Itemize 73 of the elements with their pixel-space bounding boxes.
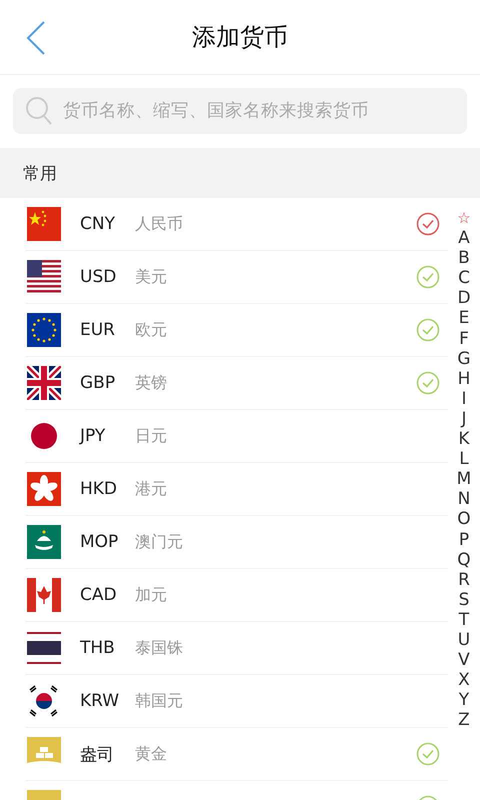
index-letter[interactable]: H	[458, 368, 470, 389]
index-letter[interactable]: E	[458, 308, 470, 329]
currency-code: GBP	[80, 373, 116, 393]
currency-row[interactable]: KRW 韩国元	[25, 675, 448, 728]
index-letter[interactable]: N	[458, 489, 470, 510]
currency-code: CNY	[80, 214, 116, 234]
currency-code: KRW	[80, 691, 120, 711]
flag-icon	[27, 260, 61, 294]
currency-name: 日元	[135, 426, 168, 446]
currency-name: 加元	[135, 584, 168, 606]
index-letter[interactable]: Q	[457, 550, 471, 570]
currency-name: 欧元	[135, 320, 168, 340]
currency-row[interactable]: 盎司 黄金	[25, 728, 448, 781]
index-letter[interactable]: X	[458, 670, 470, 690]
currency-code: USD	[80, 267, 118, 287]
index-letter[interactable]: R	[458, 570, 470, 590]
currency-row[interactable]: CNY 人民币	[25, 198, 448, 251]
currency-code: THB	[80, 638, 116, 658]
index-letter[interactable]: L	[459, 449, 469, 470]
index-letter[interactable]: M	[456, 469, 472, 490]
index-letter[interactable]: F	[459, 328, 469, 349]
flag-icon	[27, 313, 61, 347]
currency-row[interactable]: JPY 日元	[25, 410, 448, 463]
currency-name: 人民币	[135, 214, 184, 234]
index-letter[interactable]: K	[458, 429, 470, 450]
currency-row[interactable]: USD 美元	[25, 251, 448, 304]
currency-code: 盎司	[80, 744, 115, 766]
index-letter[interactable]: J	[461, 408, 466, 430]
index-letter[interactable]: P	[458, 530, 470, 550]
index-letter[interactable]: I	[461, 388, 466, 409]
search-field[interactable]: 货币名称、缩写、国家名称来搜索货币	[61, 100, 455, 122]
page-title: 添加货币	[192, 22, 288, 53]
index-letter[interactable]: C	[458, 268, 470, 288]
index-letter[interactable]: O	[457, 509, 471, 530]
currency-name: 港元	[135, 478, 168, 500]
currency-row[interactable]: HKD 港元	[25, 463, 448, 516]
currency-row[interactable]: CAD 加元	[25, 569, 448, 622]
currency-name: 泰国铢	[135, 638, 184, 658]
index-letter[interactable]: S	[458, 590, 470, 610]
currency-code: EUR	[80, 320, 116, 340]
index-letter[interactable]: T	[458, 610, 470, 630]
index-letter[interactable]: A	[458, 228, 470, 248]
flag-icon	[27, 366, 61, 400]
index-letter[interactable]: D	[457, 288, 471, 308]
index-letter[interactable]: Y	[458, 690, 470, 710]
currency-name: 美元	[135, 266, 168, 288]
index-letter[interactable]: B	[458, 248, 470, 268]
flag-icon	[27, 578, 61, 612]
flag-icon	[27, 472, 61, 506]
index-letter[interactable]: U	[458, 630, 470, 650]
index-letter[interactable]: Z	[458, 710, 470, 730]
currency-name: 英镑	[135, 372, 168, 394]
search-icon	[25, 96, 53, 126]
currency-row[interactable]: MOP 澳门元	[25, 516, 448, 569]
currency-code: JPY	[80, 426, 106, 446]
favorites-index[interactable]: ☆	[457, 208, 471, 228]
section-title: 常用	[23, 162, 57, 184]
index-letter[interactable]: G	[457, 348, 471, 369]
flag-icon	[27, 737, 61, 771]
index-letter[interactable]: V	[458, 650, 470, 670]
currency-code: HKD	[80, 479, 118, 499]
currency-name: 黄金	[135, 744, 168, 764]
flag-icon	[27, 207, 61, 241]
currency-row[interactable]: THB 泰国铢	[25, 622, 448, 675]
currency-code: CAD	[80, 585, 118, 605]
flag-icon	[27, 525, 61, 559]
currency-name: 澳门元	[135, 532, 184, 552]
currency-code: MOP	[80, 532, 120, 552]
currency-row[interactable]: GBP 英镑	[25, 357, 448, 410]
currency-name: 韩国元	[135, 690, 184, 712]
flag-icon	[27, 631, 61, 665]
currency-row[interactable]: EUR 欧元	[25, 304, 448, 357]
search-bar[interactable]: 货币名称、缩写、国家名称来搜索货币	[13, 88, 467, 134]
